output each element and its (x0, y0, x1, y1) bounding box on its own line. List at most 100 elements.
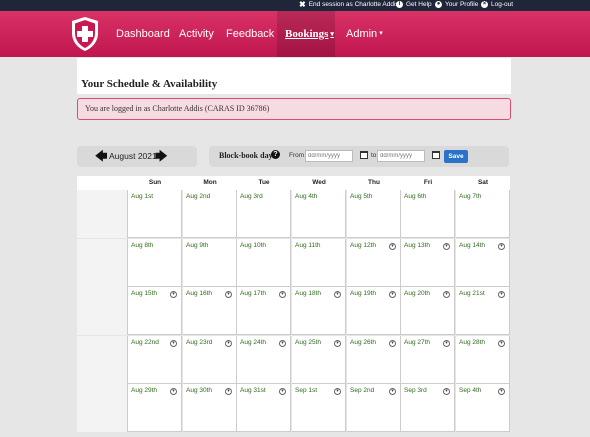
day-date-label: Aug 4th (295, 193, 318, 200)
calendar-day-cell[interactable]: Aug 9th (183, 238, 237, 287)
calendar-day-cell[interactable]: Aug 27th ▾ (401, 335, 455, 384)
chevron-down-icon[interactable]: ▾ (498, 339, 505, 347)
your-profile-link[interactable]: ● Your Profile (435, 1, 478, 8)
shield-logo-icon[interactable] (70, 16, 100, 52)
calendar-day-cell[interactable]: Aug 3rd (237, 190, 291, 238)
calendar-day-cell[interactable]: Aug 16th ▾ (183, 287, 237, 335)
calendar-day-cell[interactable]: Aug 12th ▾ (347, 238, 401, 287)
chevron-down-icon[interactable]: ▾ (225, 388, 232, 395)
day-name-sun: Sun (148, 179, 162, 186)
calendar-day-cell[interactable]: Aug 22nd ▾ (128, 335, 182, 384)
calendar-icon[interactable] (432, 151, 440, 159)
calendar-day-cell[interactable]: Aug 4th (292, 190, 346, 238)
day-date-label: Aug 5th (350, 193, 373, 200)
calendar-day-cell[interactable]: Aug 1st (128, 190, 182, 238)
prev-month-arrow-icon[interactable]: 🡄 (95, 150, 107, 162)
calendar-day-cell[interactable]: Aug 11th (292, 238, 346, 287)
chevron-down-icon[interactable]: ▾ (170, 291, 177, 298)
calendar-day-cell[interactable]: Aug 18th ▾ (292, 287, 346, 335)
calendar-day-cell[interactable]: Aug 7th (456, 190, 510, 238)
chevron-down-icon[interactable]: ▾ (498, 388, 505, 395)
week-gutter (77, 384, 128, 432)
calendar-day-cell[interactable]: Sep 3rd ▾ (401, 384, 455, 432)
chevron-down-icon[interactable]: ▾ (170, 339, 177, 347)
calendar-day-cell[interactable]: Aug 10th (237, 238, 291, 287)
chevron-down-icon[interactable]: ▾ (443, 291, 450, 298)
day-date-label: Aug 14th (459, 241, 486, 249)
calendar-day-cell[interactable]: Aug 15th ▾ (128, 287, 182, 335)
calendar-day-cell[interactable]: Aug 24th ▾ (237, 335, 291, 384)
chevron-down-icon[interactable]: ▾ (389, 242, 396, 250)
day-date-label: Aug 23rd (186, 338, 213, 346)
calendar-day-cell[interactable]: Sep 4th ▾ (456, 384, 510, 432)
chevron-down-icon[interactable]: ▾ (389, 291, 396, 298)
chevron-down-icon[interactable]: ▾ (170, 388, 177, 395)
day-date-label: Aug 11th (295, 241, 321, 249)
chevron-down-icon[interactable]: ▾ (225, 291, 232, 298)
calendar-day-cell[interactable]: Aug 2nd (183, 190, 237, 238)
day-date-label: Aug 3rd (240, 193, 263, 200)
main-navbar: Dashboard Activity Feedback Bookings ▾ Ad… (0, 11, 590, 57)
chevron-down-icon[interactable]: ▾ (498, 291, 505, 298)
calendar-day-cell[interactable]: Aug 17th ▾ (237, 287, 291, 335)
nav-admin[interactable]: Admin ▾ (346, 11, 383, 57)
calendar-day-cell[interactable]: Aug 26th ▾ (347, 335, 401, 384)
day-date-label: Aug 26th (350, 338, 377, 346)
chevron-down-icon[interactable]: ▾ (279, 388, 286, 395)
help-icon[interactable]: ? (271, 150, 280, 159)
day-date-label: Aug 22nd (131, 338, 159, 346)
day-date-label: Aug 25th (295, 338, 322, 346)
get-help-link[interactable]: i Get Help (396, 1, 432, 8)
day-date-label: Aug 1st (131, 193, 154, 200)
nav-bookings[interactable]: Bookings ▾ (277, 11, 335, 57)
chevron-down-icon[interactable]: ▾ (389, 339, 396, 347)
chevron-down-icon[interactable]: ▾ (443, 388, 450, 395)
info-icon: i (396, 1, 403, 8)
nav-dashboard[interactable]: Dashboard (116, 11, 170, 57)
calendar-day-cell[interactable]: Aug 6th (401, 190, 455, 238)
to-date-input[interactable] (377, 150, 425, 162)
next-month-arrow-icon[interactable]: 🡆 (155, 150, 167, 162)
calendar: Sun Mon Tue Wed Thu Fri Sat Aug 1st Aug 2nd Aug … (77, 176, 510, 437)
nav-feedback[interactable]: Feedback (226, 11, 274, 57)
page-header: Your Schedule & Availability (77, 58, 511, 94)
nav-activity[interactable]: Activity (179, 11, 214, 57)
logout-link[interactable]: × Log-out (481, 1, 513, 8)
chevron-down-icon[interactable]: ▾ (334, 339, 341, 347)
chevron-down-icon[interactable]: ▾ (498, 242, 505, 250)
day-name-wed: Wed (312, 179, 326, 186)
day-name-tue: Tue (258, 179, 270, 186)
calendar-day-cell[interactable]: Aug 20th ▾ (401, 287, 455, 335)
save-button[interactable]: Save (444, 150, 468, 163)
calendar-day-cell[interactable]: Aug 25th ▾ (292, 335, 346, 384)
chevron-down-icon[interactable]: ▾ (389, 388, 396, 395)
week-gutter (77, 190, 128, 238)
calendar-day-cell[interactable]: Aug 5th (347, 190, 401, 238)
block-book-panel: Block-book days ? From to Save (209, 146, 509, 167)
calendar-day-cell[interactable]: Aug 14th ▾ (456, 238, 510, 287)
end-session-link[interactable]: ✖ End session as Charlotte Addis (299, 1, 399, 9)
week-gutter (77, 287, 128, 335)
chevron-down-icon[interactable]: ▾ (225, 339, 232, 347)
chevron-down-icon[interactable]: ▾ (279, 339, 286, 347)
from-date-input[interactable] (305, 150, 353, 162)
calendar-icon[interactable] (360, 151, 368, 159)
calendar-day-cell[interactable]: Aug 8th (128, 238, 182, 287)
calendar-day-cell[interactable]: Aug 29th ▾ (128, 384, 182, 432)
user-icon: ● (435, 1, 442, 8)
calendar-day-cell[interactable]: Sep 2nd ▾ (347, 384, 401, 432)
chevron-down-icon[interactable]: ▾ (443, 242, 450, 250)
calendar-day-cell[interactable]: Aug 28th ▾ (456, 335, 510, 384)
calendar-day-cell[interactable]: Aug 30th ▾ (183, 384, 237, 432)
chevron-down-icon[interactable]: ▾ (334, 388, 341, 395)
chevron-down-icon[interactable]: ▾ (279, 291, 286, 298)
calendar-day-cell[interactable]: Aug 19th ▾ (347, 287, 401, 335)
calendar-day-cell[interactable]: Aug 31st ▾ (237, 384, 291, 432)
calendar-day-cell[interactable]: Sep 1st ▾ (292, 384, 346, 432)
chevron-down-icon[interactable]: ▾ (443, 339, 450, 347)
chevron-down-icon[interactable]: ▾ (334, 291, 341, 298)
calendar-day-cell[interactable]: Aug 23rd ▾ (183, 335, 237, 384)
calendar-day-cell[interactable]: Aug 21st ▾ (456, 287, 510, 335)
your-profile-label: Your Profile (445, 1, 479, 8)
calendar-day-cell[interactable]: Aug 13th ▾ (401, 238, 455, 287)
